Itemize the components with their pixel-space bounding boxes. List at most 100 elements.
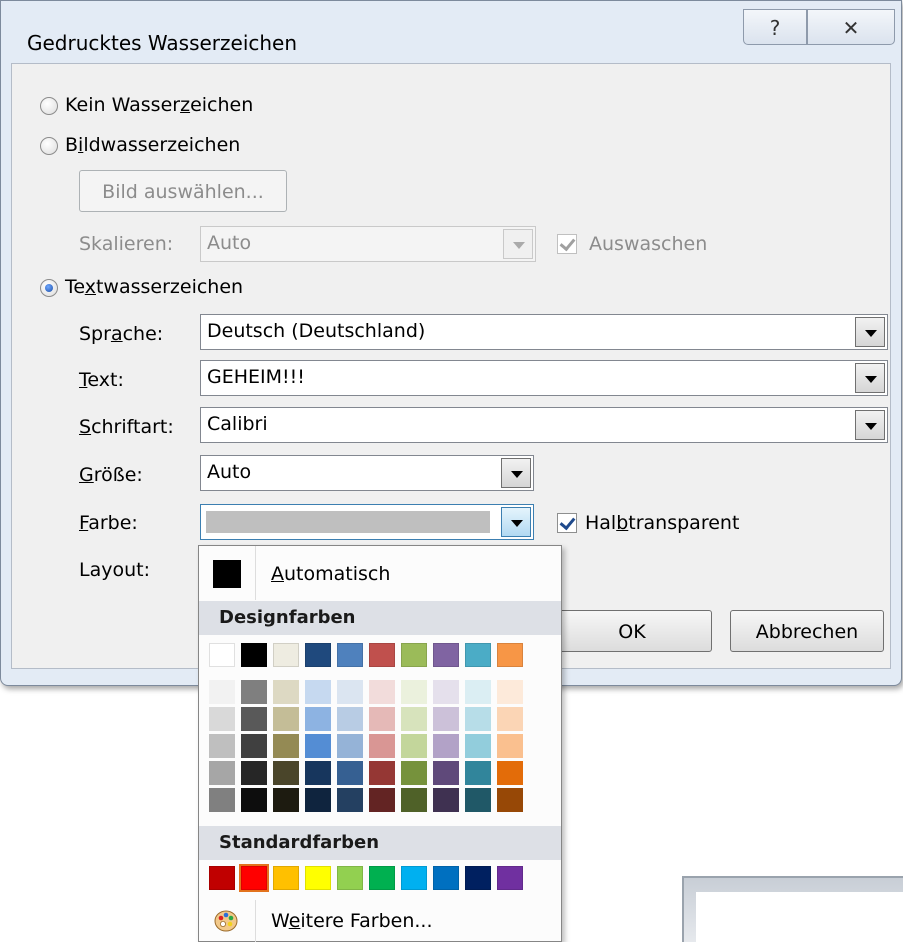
theme-tint-swatch[interactable]	[305, 788, 331, 812]
close-button[interactable]: ✕	[807, 9, 895, 45]
theme-tint-swatch[interactable]	[401, 734, 427, 758]
ok-button[interactable]: OK	[552, 610, 712, 652]
theme-color-swatch[interactable]	[241, 643, 267, 667]
theme-tint-swatch[interactable]	[241, 788, 267, 812]
standard-color-swatch[interactable]	[209, 866, 235, 890]
title-bar[interactable]: Gedrucktes Wasserzeichen ? ✕	[1, 1, 901, 57]
theme-tint-swatch[interactable]	[497, 680, 523, 704]
standard-color-swatch[interactable]	[401, 866, 427, 890]
theme-tint-swatch[interactable]	[369, 761, 395, 785]
theme-tint-swatch[interactable]	[465, 761, 491, 785]
standard-color-swatch[interactable]	[465, 866, 491, 890]
semitransparent-checkbox[interactable]	[557, 513, 577, 533]
theme-tint-swatch[interactable]	[433, 788, 459, 812]
theme-tint-swatch[interactable]	[337, 734, 363, 758]
theme-tint-swatch[interactable]	[497, 761, 523, 785]
theme-tint-swatch[interactable]	[465, 680, 491, 704]
theme-tint-swatch[interactable]	[305, 707, 331, 731]
theme-color-swatch[interactable]	[433, 643, 459, 667]
label-image-watermark[interactable]: Bildwasserzeichen	[65, 134, 240, 156]
theme-tint-swatch[interactable]	[433, 761, 459, 785]
theme-tint-swatch[interactable]	[401, 761, 427, 785]
font-combo[interactable]: Calibri	[200, 407, 888, 443]
help-button[interactable]: ?	[743, 9, 807, 45]
theme-tint-swatch[interactable]	[273, 761, 299, 785]
theme-tint-swatch[interactable]	[209, 788, 235, 812]
theme-tint-swatch[interactable]	[369, 788, 395, 812]
theme-tint-swatch[interactable]	[369, 707, 395, 731]
theme-color-swatch[interactable]	[209, 643, 235, 667]
label-no-watermark[interactable]: Kein Wasserzeichen	[65, 94, 253, 116]
theme-tint-swatch[interactable]	[401, 680, 427, 704]
theme-tint-swatch[interactable]	[369, 734, 395, 758]
standard-color-swatch[interactable]	[273, 866, 299, 890]
theme-tint-swatch[interactable]	[401, 707, 427, 731]
theme-tint-swatch[interactable]	[337, 707, 363, 731]
theme-tint-swatch[interactable]	[305, 680, 331, 704]
theme-tint-swatch[interactable]	[241, 707, 267, 731]
theme-tint-swatch[interactable]	[305, 734, 331, 758]
theme-tint-swatch[interactable]	[433, 707, 459, 731]
theme-color-swatch[interactable]	[305, 643, 331, 667]
radio-image-watermark[interactable]	[40, 137, 58, 155]
theme-color-swatch[interactable]	[369, 643, 395, 667]
theme-tint-swatch[interactable]	[497, 734, 523, 758]
theme-tint-swatch[interactable]	[433, 734, 459, 758]
theme-tint-swatch[interactable]	[337, 680, 363, 704]
theme-color-swatch[interactable]	[497, 643, 523, 667]
theme-tint-swatch[interactable]	[465, 788, 491, 812]
chevron-down-icon[interactable]	[501, 458, 531, 488]
select-image-button[interactable]: Bild auswählen...	[79, 170, 287, 212]
standard-color-swatch[interactable]	[369, 866, 395, 890]
radio-text-watermark[interactable]	[40, 279, 58, 297]
chevron-down-icon[interactable]	[855, 363, 885, 393]
theme-tint-swatch[interactable]	[337, 788, 363, 812]
color-combo[interactable]	[200, 504, 534, 540]
semitransparent-label[interactable]: Halbtransparent	[585, 512, 739, 534]
chevron-down-icon[interactable]	[855, 410, 885, 440]
theme-tint-swatch[interactable]	[241, 734, 267, 758]
theme-tint-swatch[interactable]	[465, 734, 491, 758]
label-text-watermark[interactable]: Textwasserzeichen	[65, 276, 243, 298]
chevron-down-icon[interactable]	[855, 317, 885, 347]
theme-tint-swatch[interactable]	[209, 734, 235, 758]
standard-color-swatch[interactable]	[497, 866, 523, 890]
theme-tint-swatch[interactable]	[241, 680, 267, 704]
more-colors-item[interactable]: Weitere Farben...	[199, 900, 561, 942]
theme-tint-swatch[interactable]	[305, 761, 331, 785]
text-combo[interactable]: GEHEIM!!!	[200, 360, 888, 396]
standard-color-swatch-selected[interactable]	[239, 864, 269, 892]
theme-tint-swatch[interactable]	[337, 761, 363, 785]
theme-tint-swatch[interactable]	[369, 680, 395, 704]
theme-tint-swatch[interactable]	[273, 707, 299, 731]
theme-tint-swatch[interactable]	[273, 788, 299, 812]
radio-no-watermark[interactable]	[40, 97, 58, 115]
theme-tint-swatch[interactable]	[433, 680, 459, 704]
cancel-button[interactable]: Abbrechen	[730, 610, 884, 652]
automatic-color-item[interactable]: Automatisch	[199, 546, 561, 600]
theme-tint-swatch[interactable]	[497, 788, 523, 812]
language-combo[interactable]: Deutsch (Deutschland)	[200, 314, 888, 350]
scale-combo[interactable]: Auto	[200, 226, 536, 262]
theme-tint-swatch[interactable]	[241, 761, 267, 785]
theme-tint-swatch[interactable]	[273, 734, 299, 758]
theme-tint-swatch[interactable]	[497, 707, 523, 731]
theme-color-swatch[interactable]	[401, 643, 427, 667]
theme-tint-swatch[interactable]	[465, 707, 491, 731]
theme-color-swatch[interactable]	[337, 643, 363, 667]
standard-color-swatch[interactable]	[337, 866, 363, 890]
size-combo[interactable]: Auto	[200, 455, 534, 491]
washout-checkbox[interactable]	[557, 234, 577, 254]
theme-tint-swatch[interactable]	[273, 680, 299, 704]
chevron-down-icon[interactable]	[501, 507, 531, 537]
text-value[interactable]: GEHEIM!!!	[207, 366, 305, 388]
theme-color-swatch[interactable]	[465, 643, 491, 667]
theme-tint-swatch[interactable]	[209, 707, 235, 731]
color-label: Farbe:	[79, 512, 138, 534]
theme-tint-swatch[interactable]	[209, 761, 235, 785]
theme-tint-swatch[interactable]	[401, 788, 427, 812]
theme-color-swatch[interactable]	[273, 643, 299, 667]
standard-color-swatch[interactable]	[305, 866, 331, 890]
theme-tint-swatch[interactable]	[209, 680, 235, 704]
standard-color-swatch[interactable]	[433, 866, 459, 890]
